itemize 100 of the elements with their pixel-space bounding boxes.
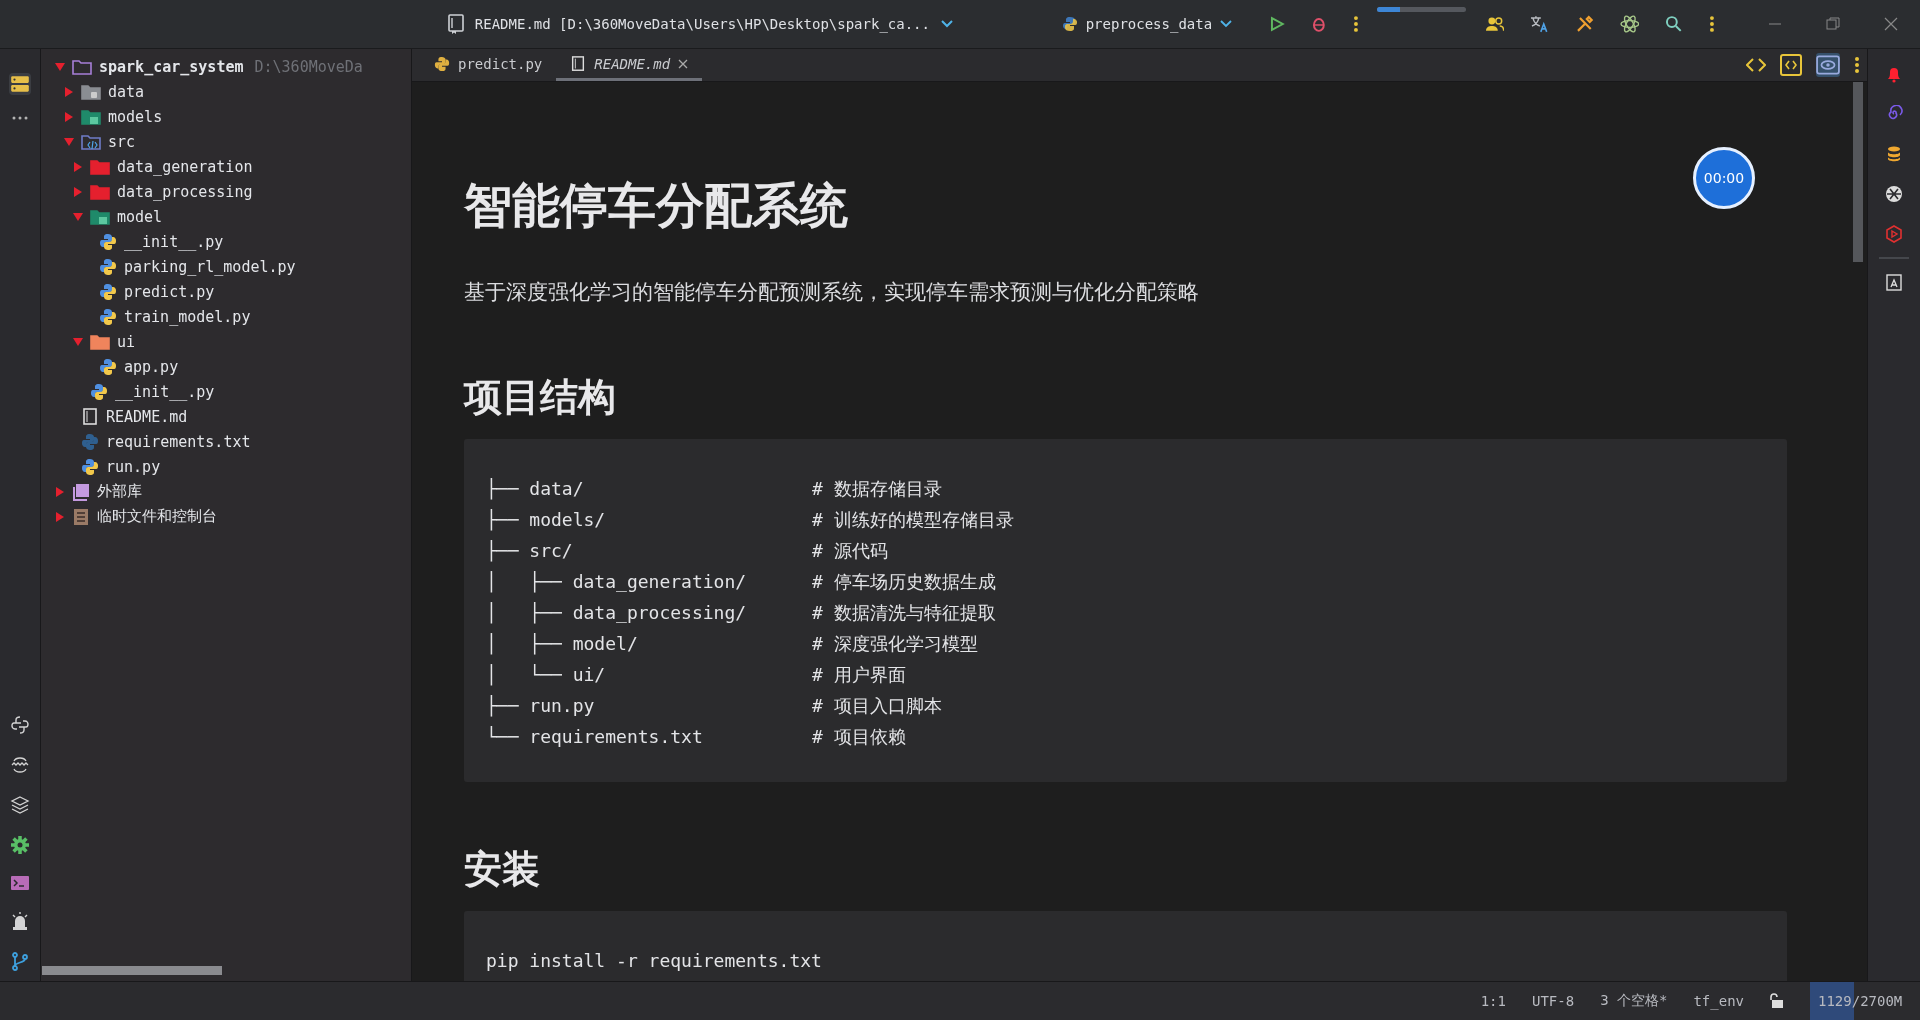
- folder-icon: [81, 108, 101, 125]
- more-icon[interactable]: [10, 115, 30, 121]
- code-comment: # 深度强化学习模型: [812, 631, 978, 656]
- code-text: ├── data/: [486, 478, 585, 499]
- expand-arrow-icon[interactable]: [73, 211, 83, 222]
- code-view-icon[interactable]: [1746, 57, 1766, 73]
- code-text: │ ├── data_generation/: [486, 571, 748, 592]
- tools-icon[interactable]: [1576, 15, 1594, 33]
- more-icon[interactable]: [1709, 15, 1715, 33]
- tree-item[interactable]: model: [41, 204, 411, 229]
- tree-item[interactable]: run.py: [41, 454, 411, 479]
- vertical-scrollbar[interactable]: [1853, 82, 1863, 262]
- expand-arrow-icon[interactable]: [55, 511, 65, 522]
- debug-icon[interactable]: [1310, 16, 1327, 32]
- hexagon-play-icon[interactable]: [1885, 225, 1903, 243]
- tree-item[interactable]: requirements.txt: [41, 429, 411, 454]
- window-title: README.md [D:\360MoveData\Users\HP\Desktop\spark_ca...: [474, 16, 930, 32]
- tree-item[interactable]: data: [41, 79, 411, 104]
- more-icon[interactable]: [1352, 15, 1359, 33]
- expand-arrow-icon[interactable]: [73, 336, 83, 347]
- status-item[interactable]: 1:1: [1480, 993, 1506, 1009]
- atom-icon[interactable]: [1619, 14, 1640, 34]
- tree-item[interactable]: predict.py: [41, 279, 411, 304]
- tree-item[interactable]: models: [41, 104, 411, 129]
- code-comment: # 用户界面: [812, 662, 906, 687]
- tree-item[interactable]: 外部库: [41, 479, 411, 504]
- editor-tab[interactable]: predict.py: [420, 49, 557, 81]
- services-icon[interactable]: [10, 755, 30, 775]
- code-text: └── requirements.txt: [486, 726, 704, 747]
- status-item[interactable]: tf_env: [1693, 993, 1744, 1009]
- gear-icon[interactable]: [10, 835, 30, 855]
- code-comment: # 停车场历史数据生成: [812, 569, 996, 594]
- code-comment: # 训练好的模型存储目录: [812, 507, 1014, 532]
- restore-icon[interactable]: [1826, 17, 1840, 31]
- folder-icon: [90, 333, 110, 350]
- code-text: ├── run.py: [486, 695, 596, 716]
- tree-item[interactable]: ui: [41, 329, 411, 354]
- expand-arrow-icon[interactable]: [64, 136, 74, 147]
- run-configuration-dropdown[interactable]: preprocess_data: [1055, 12, 1239, 36]
- list-icon: [72, 507, 90, 526]
- tree-item[interactable]: data_generation: [41, 154, 411, 179]
- python-icon: [99, 307, 117, 326]
- tree-item[interactable]: app.py: [41, 354, 411, 379]
- preview-view-icon[interactable]: [1816, 53, 1840, 77]
- folder-icon: [90, 158, 110, 175]
- chevron-down-icon[interactable]: [940, 19, 954, 29]
- expand-arrow-icon[interactable]: [64, 86, 74, 97]
- expand-arrow-icon[interactable]: [64, 111, 74, 122]
- expand-arrow-icon[interactable]: [55, 486, 65, 497]
- tree-item[interactable]: __init__.py: [41, 379, 411, 404]
- folder-icon: [72, 58, 92, 75]
- python-icon: [99, 257, 117, 276]
- tree-item[interactable]: data_processing: [41, 179, 411, 204]
- tree-item[interactable]: train_model.py: [41, 304, 411, 329]
- database-icon[interactable]: [1885, 145, 1903, 163]
- python-icon: [434, 55, 450, 72]
- expand-arrow-icon[interactable]: [73, 161, 83, 172]
- code-comment: # 源代码: [812, 538, 888, 563]
- close-icon[interactable]: [1884, 17, 1898, 31]
- unlock-icon[interactable]: [1770, 993, 1784, 1009]
- code-text: pip install -r requirements.txt: [486, 950, 822, 971]
- layers-icon[interactable]: [10, 795, 30, 815]
- document-icon: [570, 55, 587, 72]
- terminal-icon[interactable]: [10, 875, 30, 891]
- code-comment: # 项目入口脚本: [812, 693, 942, 718]
- tree-item[interactable]: spark_car_system D:\360MoveDa: [41, 54, 411, 79]
- search-icon[interactable]: [1665, 15, 1684, 33]
- expand-arrow-icon[interactable]: [73, 186, 83, 197]
- editor-tab[interactable]: README.md: [556, 49, 703, 81]
- tree-item[interactable]: 临时文件和控制台: [41, 504, 411, 529]
- horizontal-scrollbar[interactable]: [42, 966, 222, 975]
- status-item[interactable]: UTF-8: [1531, 993, 1575, 1009]
- python-icon: [90, 382, 108, 401]
- code-comment: # 数据存储目录: [812, 476, 942, 501]
- expand-arrow-icon[interactable]: [55, 61, 65, 72]
- code-comment: # 数据清洗与特征提取: [812, 600, 996, 625]
- tree-item[interactable]: README.md: [41, 404, 411, 429]
- tree-item[interactable]: __init__.py: [41, 229, 411, 254]
- status-item[interactable]: 3 个空格*: [1600, 992, 1668, 1010]
- tree-item[interactable]: src: [41, 129, 411, 154]
- tree-item[interactable]: parking_rl_model.py: [41, 254, 411, 279]
- people-icon[interactable]: [1484, 16, 1505, 32]
- project-tool-icon[interactable]: [9, 73, 31, 95]
- python-icon: [99, 357, 117, 376]
- run-icon[interactable]: [1269, 16, 1285, 32]
- bell-icon[interactable]: [1885, 65, 1903, 83]
- split-view-icon[interactable]: [1780, 54, 1802, 76]
- code-text: │ ├── data_processing/: [486, 602, 748, 623]
- timer-button[interactable]: 00:00: [1693, 147, 1755, 209]
- folder-icon: [90, 208, 110, 225]
- section-heading: 安装: [464, 846, 541, 893]
- chevron-down-icon: [1220, 20, 1233, 28]
- memory-indicator[interactable]: 1129/2700M: [1810, 982, 1920, 1020]
- git-branch-icon[interactable]: [10, 951, 30, 971]
- book-icon[interactable]: [1885, 273, 1903, 291]
- document-title: 智能停车分配系统: [464, 176, 848, 235]
- document-description: 基于深度强化学习的智能停车分配预测系统，实现停车需求预测与优化分配策略: [464, 279, 1200, 306]
- close-icon[interactable]: [678, 58, 689, 69]
- alarm-icon[interactable]: [10, 911, 30, 931]
- more-icon[interactable]: [1854, 56, 1860, 74]
